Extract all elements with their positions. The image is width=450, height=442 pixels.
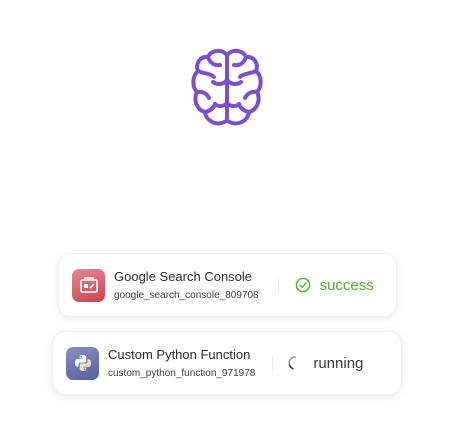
step-app-name: Google Search Console [114, 268, 253, 284]
step-info: Custom Python Function custom_python_fun… [108, 346, 255, 381]
step-card-google-search-console[interactable]: Google Search Console google_search_cons… [59, 254, 396, 316]
step-app-name: Custom Python Function [108, 346, 251, 362]
spinner-icon [288, 356, 297, 370]
status-indicator: success [295, 277, 374, 294]
step-app-id: google_search_console_809708 [114, 289, 259, 301]
status-text: success [319, 276, 374, 294]
workflow-canvas: Google Search Console google_search_cons… [0, 0, 450, 442]
brain-icon [191, 48, 263, 126]
divider [277, 278, 279, 292]
python-icon [66, 346, 99, 380]
divider [272, 356, 274, 370]
status-text: running [313, 354, 364, 372]
step-info: Google Search Console google_search_cons… [114, 268, 259, 303]
google-search-console-icon [72, 268, 105, 302]
step-app-id: custom_python_function_971978 [108, 367, 256, 379]
check-circle-icon [295, 277, 310, 293]
status-indicator: running [287, 355, 363, 372]
step-card-custom-python-function[interactable]: Custom Python Function custom_python_fun… [53, 332, 401, 394]
